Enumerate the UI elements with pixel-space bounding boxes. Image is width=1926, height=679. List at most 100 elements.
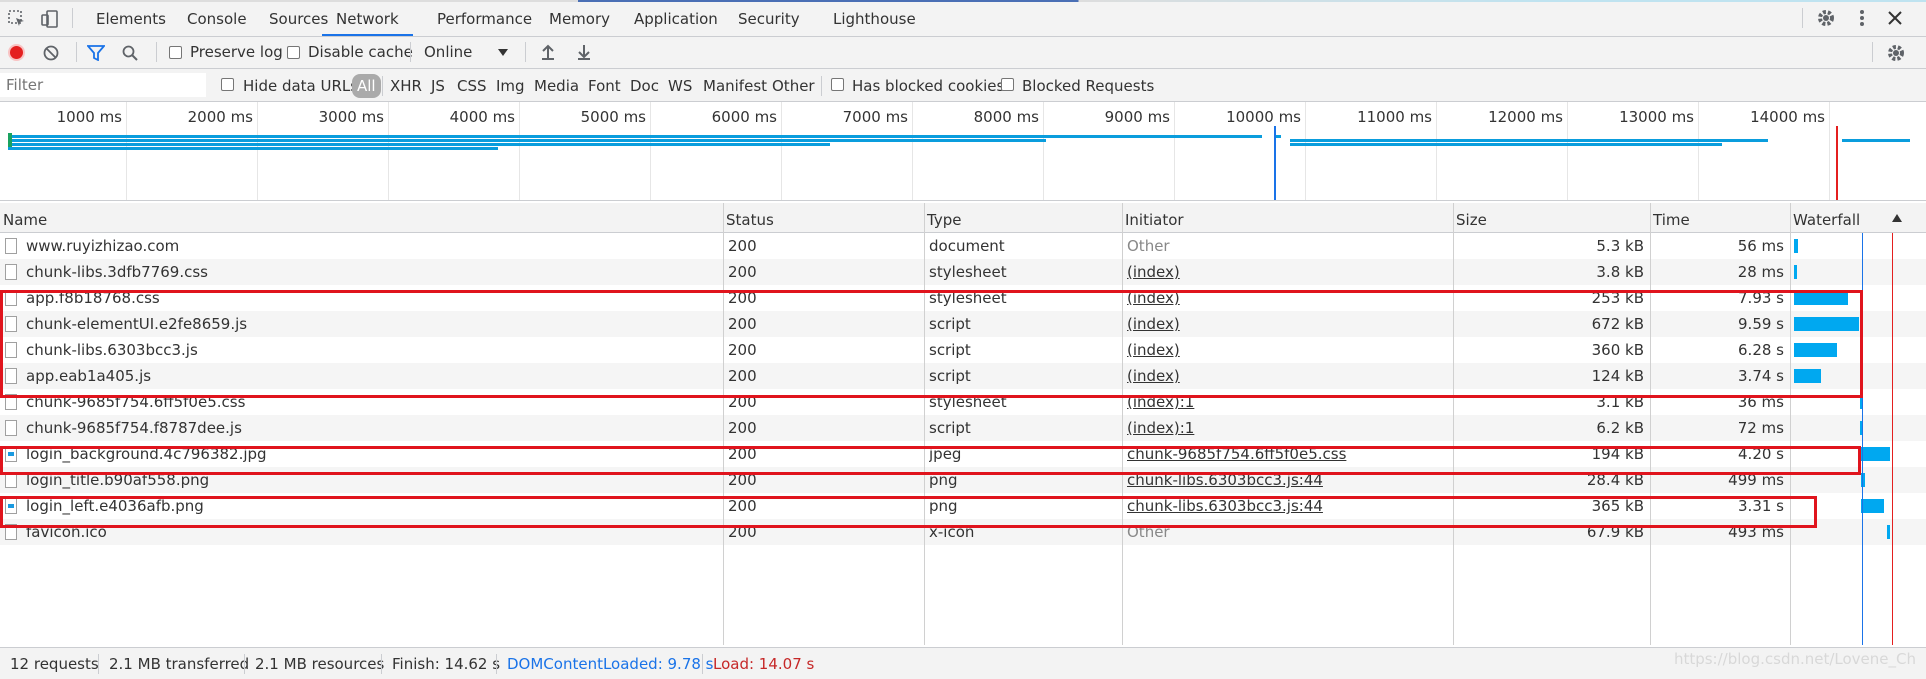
table-row[interactable]: chunk-9685f754.f8787dee.js 200 script (inde… — [0, 415, 1926, 441]
load-time: Load: 14.07 s — [713, 655, 815, 673]
document-file-icon — [5, 368, 17, 384]
network-settings-gear-icon[interactable] — [1885, 42, 1907, 64]
settings-gear-icon[interactable] — [1815, 7, 1837, 29]
tab-network[interactable]: Network — [322, 0, 413, 36]
filter-type-all[interactable]: All — [352, 74, 381, 98]
size-cell: 253 kB — [1591, 289, 1644, 307]
initiator-cell[interactable]: (index) — [1127, 337, 1447, 363]
column-header-type[interactable]: Type — [924, 203, 1122, 233]
disable-cache-checkbox[interactable] — [287, 46, 300, 59]
time-cell: 3.74 s — [1738, 367, 1784, 385]
export-har-icon[interactable] — [574, 42, 594, 62]
initiator-cell[interactable]: chunk-9685f754.6ff5f0e5.css — [1127, 441, 1447, 467]
table-row[interactable]: favicon.ico 200 x-icon Other 67.9 kB 493 ms — [0, 519, 1926, 545]
initiator-cell[interactable]: (index) — [1127, 285, 1447, 311]
clear-icon[interactable] — [41, 43, 61, 63]
column-header-time[interactable]: Time — [1650, 203, 1790, 233]
column-header-name[interactable]: Name — [0, 203, 723, 233]
size-cell: 672 kB — [1591, 315, 1644, 333]
filter-type-css[interactable]: CSS — [457, 77, 487, 95]
filter-funnel-icon[interactable] — [86, 43, 106, 63]
type-cell: jpeg — [929, 445, 962, 463]
table-row[interactable]: app.eab1a405.js 200 script (index) 124 kB 3.7… — [0, 363, 1926, 389]
type-cell: png — [929, 497, 958, 515]
hide-data-urls-checkbox[interactable] — [221, 78, 234, 91]
column-divider[interactable] — [1650, 203, 1651, 645]
initiator-cell[interactable]: (index) — [1127, 363, 1447, 389]
filter-type-xhr[interactable]: XHR — [390, 77, 422, 95]
inspect-element-icon[interactable] — [6, 8, 28, 30]
column-header-size[interactable]: Size — [1453, 203, 1650, 233]
column-divider[interactable] — [1453, 203, 1454, 645]
initiator-cell[interactable]: chunk-libs.6303bcc3.js:44 — [1127, 467, 1447, 493]
column-divider[interactable] — [1790, 203, 1791, 645]
devtools-tabbar: Elements Console Sources Network Perform… — [0, 0, 1926, 37]
request-table: Name Status Type Initiator Size Time Wat… — [0, 203, 1926, 645]
column-divider[interactable] — [924, 203, 925, 645]
type-cell: document — [929, 237, 1005, 255]
throttling-select[interactable]: Online — [424, 43, 472, 61]
filter-input[interactable] — [0, 73, 206, 97]
network-status-bar: 12 requests 2.1 MB transferred 2.1 MB re… — [0, 647, 1926, 679]
initiator-cell[interactable]: chunk-libs.6303bcc3.js:44 — [1127, 493, 1447, 519]
table-row[interactable]: chunk-elementUI.e2fe8659.js 200 script (ind… — [0, 311, 1926, 337]
column-divider[interactable] — [1122, 203, 1123, 645]
status-cell: 200 — [728, 471, 757, 489]
table-row[interactable]: chunk-libs.3dfb7769.css 200 stylesheet (ind… — [0, 259, 1926, 285]
overview-gridline — [1305, 102, 1306, 200]
tab-lighthouse[interactable]: Lighthouse — [833, 0, 916, 36]
tab-sources[interactable]: Sources — [269, 0, 328, 36]
initiator-cell[interactable]: (index) — [1127, 259, 1447, 285]
filter-type-js[interactable]: JS — [431, 77, 445, 95]
request-name-cell: chunk-libs.3dfb7769.css — [26, 263, 208, 281]
filter-type-manifest[interactable]: Manifest — [703, 77, 767, 95]
table-row[interactable]: login_title.b90af558.png 200 png chunk-libs… — [0, 467, 1926, 493]
image-file-icon — [5, 498, 17, 514]
preserve-log-checkbox[interactable] — [169, 46, 182, 59]
filter-type-ws[interactable]: WS — [668, 77, 692, 95]
filter-type-other[interactable]: Other — [772, 77, 815, 95]
tab-memory[interactable]: Memory — [549, 0, 610, 36]
hide-data-urls-label: Hide data URLs — [243, 77, 359, 95]
filter-type-font[interactable]: Font — [588, 77, 621, 95]
filter-type-img[interactable]: Img — [496, 77, 525, 95]
initiator-cell[interactable]: (index):1 — [1127, 389, 1447, 415]
initiator-cell[interactable]: (index):1 — [1127, 415, 1447, 441]
tab-security[interactable]: Security — [738, 0, 800, 36]
table-row[interactable]: www.ruyizhizao.com 200 document Other 5.3 kB… — [0, 233, 1926, 259]
table-row[interactable]: login_background.4c796382.jpg 200 jpeg chun… — [0, 441, 1926, 467]
table-row[interactable]: chunk-9685f754.6ff5f0e5.css 200 stylesheet… — [0, 389, 1926, 415]
initiator-cell[interactable]: (index) — [1127, 311, 1447, 337]
table-row[interactable]: login_left.e4036afb.png 200 png chunk-libs.… — [0, 493, 1926, 519]
status-cell: 200 — [728, 523, 757, 541]
sort-ascending-icon[interactable] — [1890, 212, 1904, 224]
column-divider[interactable] — [723, 203, 724, 645]
tab-console[interactable]: Console — [187, 0, 247, 36]
toolbar-divider — [410, 42, 411, 62]
record-button[interactable] — [8, 44, 25, 61]
table-row[interactable]: app.f8b18768.css 200 stylesheet (index) 253 … — [0, 285, 1926, 311]
column-header-waterfall[interactable]: Waterfall — [1790, 203, 1926, 233]
network-toolbar: Preserve log Disable cache Online — [0, 37, 1926, 69]
table-row[interactable]: chunk-libs.6303bcc3.js 200 script (index) 36… — [0, 337, 1926, 363]
has-blocked-cookies-checkbox[interactable] — [831, 78, 844, 91]
column-header-status[interactable]: Status — [723, 203, 924, 233]
overview-load-line — [1836, 126, 1838, 200]
filter-type-doc[interactable]: Doc — [630, 77, 659, 95]
tab-performance[interactable]: Performance — [437, 0, 532, 36]
tab-elements[interactable]: Elements — [96, 0, 166, 36]
column-header-initiator[interactable]: Initiator — [1122, 203, 1453, 233]
blocked-requests-checkbox[interactable] — [1001, 78, 1014, 91]
size-cell: 360 kB — [1591, 341, 1644, 359]
more-options-icon[interactable] — [1852, 7, 1872, 29]
chevron-down-icon[interactable] — [496, 46, 510, 58]
network-overview[interactable]: 1000 ms 2000 ms 3000 ms 4000 ms 5000 ms 6000 … — [0, 102, 1926, 201]
close-devtools-icon[interactable] — [1884, 7, 1906, 29]
status-cell: 200 — [728, 367, 757, 385]
import-har-icon[interactable] — [538, 42, 558, 62]
filter-type-media[interactable]: Media — [534, 77, 579, 95]
search-icon[interactable] — [120, 43, 140, 63]
overview-tick-label: 9000 ms — [1104, 108, 1170, 126]
device-toolbar-icon[interactable] — [39, 8, 61, 30]
tab-application[interactable]: Application — [634, 0, 718, 36]
